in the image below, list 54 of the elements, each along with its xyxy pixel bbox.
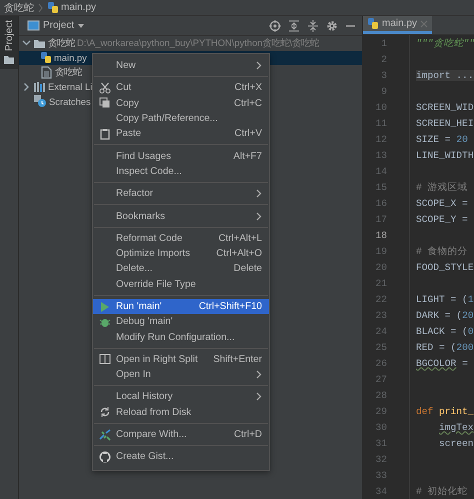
code-line: BGCOLOR = — [416, 358, 468, 368]
code-line: SCOPE_X = — [416, 198, 468, 208]
line-number: 33 — [374, 470, 388, 480]
line-number: 21 — [374, 278, 388, 288]
line-number: 31 — [374, 438, 388, 448]
code-line: SCREEN_HEI — [416, 118, 474, 128]
code-line: def print_ — [416, 406, 474, 416]
code-line: RED = (200 — [416, 342, 474, 352]
line-number: 26 — [374, 358, 388, 368]
line-number: 24 — [374, 326, 388, 336]
code-line: SIZE = 20 — [416, 134, 468, 144]
line-number: 32 — [374, 454, 388, 464]
line-number: 34 — [374, 486, 388, 496]
code-line: # 游戏区域 — [416, 180, 468, 194]
line-number: 13 — [374, 150, 388, 160]
code-line: SCREEN_WID — [416, 102, 474, 112]
line-number: 14 — [374, 166, 388, 176]
line-number: 2 — [380, 54, 388, 64]
line-number: 30 — [374, 422, 388, 432]
line-number: 29 — [374, 406, 388, 416]
line-number: 3 — [380, 70, 388, 80]
code-line: FOOD_STYLE — [416, 262, 474, 272]
line-number: 11 — [374, 118, 388, 128]
line-number: 12 — [374, 134, 388, 144]
line-number: 28 — [374, 390, 388, 400]
code-line: screen — [439, 438, 474, 448]
code-line: BLACK = (0 — [416, 326, 474, 336]
line-number: 27 — [374, 374, 388, 384]
tree-item-label: External Li — [48, 81, 92, 92]
code-line: SCOPE_Y = — [416, 214, 468, 224]
tree-item-label: 贪吃蛇 — [55, 66, 82, 79]
line-number: 23 — [374, 310, 388, 320]
line-number: 10 — [374, 102, 388, 112]
folder-path: D:\A_workarea\python_buy\PYTHON\python贪吃蛇\贪吃蛇 — [77, 36, 320, 50]
line-number: 22 — [374, 294, 388, 304]
line-number: 25 — [374, 342, 388, 352]
code-line: # 初始化蛇 — [416, 484, 468, 498]
code-line: imgTex — [439, 422, 474, 432]
code-line: # 食物的分 — [416, 244, 468, 258]
line-number: 17 — [374, 214, 388, 224]
line-number: 20 — [374, 262, 388, 272]
line-number: 16 — [374, 198, 388, 208]
tree-item-label: 贪吃蛇 — [48, 36, 75, 50]
tree-item-label: main.py — [54, 52, 87, 64]
code-line: LINE_WIDTH — [416, 150, 474, 160]
line-number: 9 — [380, 86, 388, 96]
code-line: DARK = (20 — [416, 310, 474, 320]
line-number: 19 — [374, 246, 388, 256]
tree-item-label: Scratches — [49, 96, 91, 107]
line-number: 15 — [374, 182, 388, 192]
line-number: 18 — [374, 230, 388, 240]
line-number: 1 — [380, 38, 388, 48]
code-line: """贪吃蛇"" — [416, 36, 474, 50]
code-line: LIGHT = (1 — [416, 294, 474, 304]
